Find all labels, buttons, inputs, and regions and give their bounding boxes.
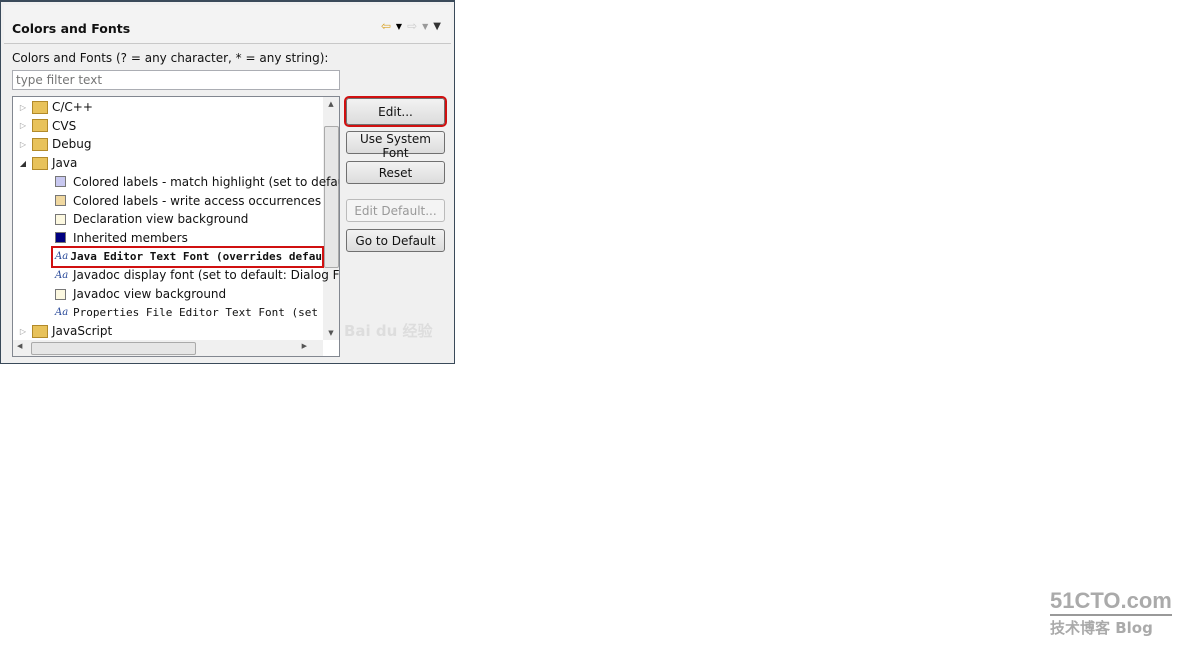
tree-item-label: Colored labels - match highlight (set to… — [73, 174, 340, 189]
vertical-scrollbar[interactable]: ▲ ▼ — [323, 97, 339, 340]
blog-watermark: 技术博客 Blog — [1050, 619, 1153, 637]
baidu-watermark: Bai du 经验 — [344, 322, 433, 340]
tree-item[interactable]: ▷ JavaScript — [17, 322, 112, 340]
folder-icon — [32, 119, 48, 133]
tree-item[interactable]: ▷ Debug — [17, 135, 92, 153]
tree-item[interactable]: ▷ CVS — [17, 117, 76, 135]
tree-item[interactable]: Javadoc view background — [55, 285, 226, 303]
tree-item-label: JavaScript — [52, 324, 113, 339]
color-swatch-icon — [55, 288, 66, 300]
reset-button[interactable]: Reset — [346, 161, 445, 184]
font-icon: Aa — [55, 269, 69, 281]
tree-item-label: Inherited members — [73, 230, 188, 245]
page-header: Colors and Fonts ⇦ ▼ ⇨ ▼ ▼ — [4, 5, 451, 44]
colors-fonts-tree[interactable]: ▲ ▼ ◀ ▶ ▷ C/C++ ▷ CVS ▷ Debug ◢ Java Colored lab… — [12, 96, 340, 357]
color-swatch-icon — [55, 176, 66, 188]
go-to-default-button[interactable]: Go to Default — [346, 229, 445, 252]
edit-default-button[interactable]: Edit Default... — [346, 199, 445, 222]
back-dropdown-icon[interactable]: ▼ — [396, 22, 402, 31]
tree-item[interactable]: Aa Javadoc display font (set to default: … — [55, 266, 340, 284]
collapse-icon[interactable]: ◢ — [17, 159, 29, 168]
tree-item-label: CVS — [52, 118, 77, 133]
tree-item-label: C/C++ — [52, 100, 93, 114]
tree-item[interactable]: Declaration view background — [55, 210, 248, 228]
color-swatch-icon — [55, 232, 66, 244]
expand-icon[interactable]: ▷ — [17, 327, 29, 336]
forward-dropdown-icon[interactable]: ▼ — [422, 22, 428, 31]
use-system-font-button[interactable]: Use System Font — [346, 131, 445, 160]
folder-icon — [32, 137, 48, 151]
horizontal-scroll-thumb[interactable] — [31, 342, 196, 355]
filter-input[interactable] — [12, 70, 340, 90]
expand-icon[interactable]: ▷ — [17, 121, 29, 130]
tree-item[interactable]: Aa Properties File Editor Text Font (set — [55, 304, 318, 322]
back-arrow-icon[interactable]: ⇦ — [381, 19, 391, 33]
page-title: Colors and Fonts — [12, 21, 131, 36]
expand-icon[interactable]: ▷ — [17, 140, 29, 149]
tree-item-label: Colored labels - write access occurrence… — [73, 193, 322, 208]
tree-item[interactable]: ◢ Java — [17, 154, 77, 172]
folder-icon — [32, 324, 48, 338]
tree-item[interactable]: Colored labels - match highlight (set to… — [55, 173, 340, 191]
forward-arrow-icon[interactable]: ⇨ — [407, 19, 417, 33]
horizontal-scrollbar[interactable]: ◀ ▶ — [13, 340, 323, 356]
tree-item-label: Declaration view background — [73, 212, 249, 227]
tree-item[interactable]: Aa Java Editor Text Font (overrides defau — [51, 245, 324, 268]
site-watermark: 51CTO.com — [1050, 588, 1172, 616]
preferences-panel: Colors and Fonts ⇦ ▼ ⇨ ▼ ▼ Colors and Fo… — [0, 0, 455, 364]
view-menu-icon[interactable]: ▼ — [433, 21, 441, 32]
font-icon: Aa — [55, 307, 69, 319]
tree-item-label: Debug — [52, 137, 92, 152]
folder-icon — [32, 156, 48, 170]
filter-label: Colors and Fonts (? = any character, * =… — [12, 51, 329, 65]
tree-item-label: Javadoc display font (set to default: Di… — [73, 268, 340, 283]
color-swatch-icon — [55, 195, 66, 206]
tree-item[interactable]: Inherited members — [55, 229, 188, 247]
edit-button[interactable]: Edit... — [344, 96, 447, 127]
folder-icon — [32, 100, 48, 114]
tree-item-label: Java — [52, 156, 78, 171]
font-icon: Aa — [55, 251, 69, 263]
tree-item[interactable]: Colored labels - write access occurrence… — [55, 192, 321, 210]
tree-item-label: Java Editor Text Font (overrides defau — [70, 250, 322, 264]
color-swatch-icon — [55, 213, 66, 225]
tree-item-label: Properties File Editor Text Font (set — [73, 306, 319, 320]
tree-item[interactable]: ▷ C/C++ — [17, 98, 93, 116]
expand-icon[interactable]: ▷ — [17, 103, 29, 112]
tree-item-label: Javadoc view background — [73, 287, 227, 301]
vertical-scroll-thumb[interactable] — [324, 126, 339, 268]
